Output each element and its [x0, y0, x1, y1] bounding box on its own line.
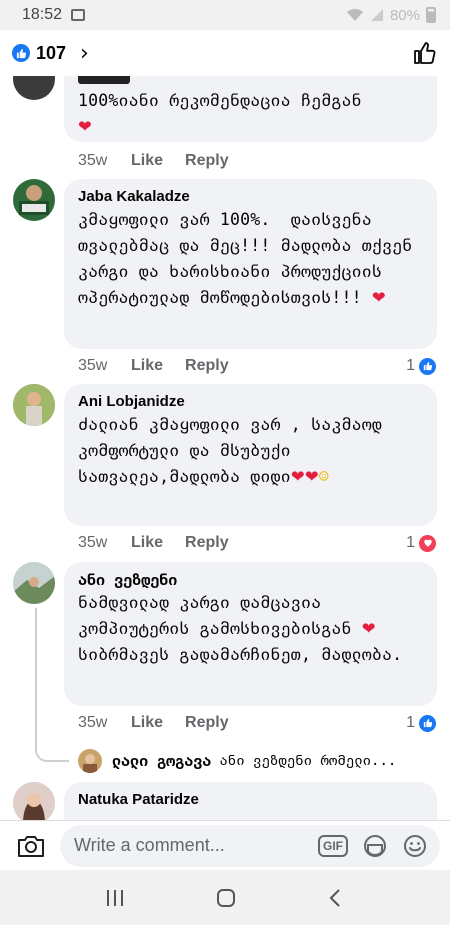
- reaction-count: 1: [406, 534, 415, 551]
- reply-button[interactable]: Reply: [185, 534, 229, 552]
- image-icon: [71, 9, 86, 21]
- recents-icon[interactable]: [105, 888, 125, 908]
- reply-thread-curve: [35, 748, 69, 762]
- comment-actions: 35w Like Reply: [78, 357, 251, 375]
- reaction-summary[interactable]: 1: [406, 534, 436, 552]
- comment-time[interactable]: 35w: [78, 152, 131, 170]
- comment-time[interactable]: 35w: [78, 714, 131, 732]
- smile-emoji-icon: ☺: [318, 467, 330, 486]
- comment-bubble: ანი ვეზდენი ნამდვილად კარგი დამცავია კომ…: [64, 562, 437, 706]
- like-icon: [419, 357, 436, 375]
- avatar[interactable]: [13, 562, 55, 604]
- gif-icon[interactable]: GIF: [318, 834, 348, 857]
- reaction-summary[interactable]: 1: [406, 357, 436, 375]
- commenter-name[interactable]: Jaba Kakaladze: [78, 187, 425, 207]
- home-icon[interactable]: [215, 887, 237, 909]
- reaction-count: 1: [406, 714, 415, 731]
- comment-text: ძალიან კმაყოფილი ვარ , საკმაოდ კომფორტულ…: [78, 415, 393, 486]
- reply-button[interactable]: Reply: [185, 714, 229, 732]
- emoji-icon[interactable]: [402, 833, 428, 859]
- comment-text: 100%იანი რეკომენდაცია ჩემგან: [78, 91, 362, 110]
- comment-bubble: Jaba Kakaladze კმაყოფილი ვარ 100%. დაისვ…: [64, 179, 437, 349]
- reaction-count: 1: [406, 357, 415, 374]
- reply-author: ლალი გოგავა: [112, 752, 212, 770]
- like-button[interactable]: Like: [131, 357, 163, 375]
- heart-icon: ❤: [361, 619, 376, 638]
- comment-time[interactable]: 35w: [78, 534, 131, 552]
- heart-icon: ❤❤: [290, 467, 319, 486]
- comment-actions: 35w Like Reply: [78, 534, 251, 552]
- commenter-name[interactable]: ანი ვეზდენი: [78, 570, 425, 590]
- like-button[interactable]: Like: [131, 534, 163, 552]
- camera-icon[interactable]: [16, 833, 46, 859]
- avatar[interactable]: [13, 384, 55, 426]
- wifi-icon: [346, 8, 363, 21]
- avatar: [78, 749, 102, 773]
- comment-actions: 35w Like Reply: [78, 714, 251, 732]
- clock: 18:52: [22, 6, 63, 23]
- reply-snippet: ანი ვეზდენი რომელი...: [219, 753, 397, 769]
- like-icon: [419, 714, 436, 732]
- comment-bubble: 100%იანი რეკომენდაცია ჩემგან ❤: [64, 76, 437, 142]
- system-navbar: [0, 870, 450, 925]
- chevron-right-icon[interactable]: ›: [80, 41, 89, 66]
- comment-text: ნამდვილად კარგი დამცავია კომპიუტერის გამ…: [78, 593, 362, 638]
- comment-input[interactable]: [74, 835, 310, 856]
- thumbs-up-outline-icon[interactable]: [412, 40, 438, 66]
- like-button[interactable]: Like: [131, 152, 163, 170]
- heart-icon: [419, 534, 436, 552]
- commenter-name[interactable]: Natuka Pataridze: [78, 790, 425, 810]
- battery-percent: 80%: [389, 6, 420, 24]
- comment-time[interactable]: 35w: [78, 357, 131, 375]
- sticker-icon[interactable]: [362, 833, 388, 859]
- reaction-count: 107: [36, 42, 67, 63]
- reaction-summary[interactable]: 1: [406, 714, 436, 732]
- avatar[interactable]: [13, 76, 55, 100]
- like-button[interactable]: Like: [131, 714, 163, 732]
- comment-text: კმაყოფილი ვარ 100%. დაისვენა თვალებმაც დ…: [78, 210, 423, 307]
- reply-preview[interactable]: ლალი გოგავა ანი ვეზდენი რომელი...: [78, 749, 396, 773]
- signal-icon: [370, 9, 383, 21]
- comment-bubble: Ani Lobjanidze ძალიან კმაყოფილი ვარ , სა…: [64, 384, 437, 526]
- reply-thread-line: [35, 608, 37, 748]
- status-bar: 18:52 80%: [0, 0, 450, 30]
- avatar[interactable]: [13, 782, 55, 820]
- back-icon[interactable]: [327, 888, 345, 908]
- reply-button[interactable]: Reply: [185, 152, 229, 170]
- comment-input-wrapper: GIF: [60, 824, 440, 867]
- comment-bubble: Natuka Pataridze: [64, 782, 437, 820]
- comment-actions: 35w Like Reply: [78, 152, 251, 170]
- avatar[interactable]: [13, 179, 55, 221]
- comments-list: 100%იანი რეკომენდაცია ჩემგან ❤ 35w Like R…: [0, 76, 450, 820]
- battery-icon: [426, 7, 436, 23]
- like-icon: [12, 44, 30, 62]
- heart-icon: ❤: [78, 117, 93, 136]
- heart-icon: ❤: [371, 288, 386, 307]
- comment-composer: GIF: [0, 820, 450, 870]
- reactions-header[interactable]: 107 ›: [0, 30, 450, 76]
- reply-button[interactable]: Reply: [185, 357, 229, 375]
- commenter-name[interactable]: Ani Lobjanidze: [78, 392, 425, 412]
